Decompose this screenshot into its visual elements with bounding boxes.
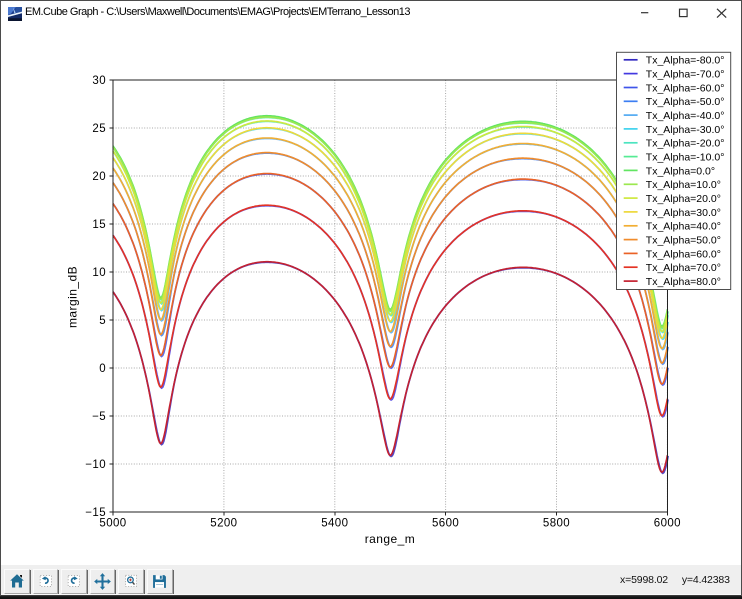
svg-text:−10: −10 [85, 459, 106, 471]
svg-text:Tx_Alpha=10.0°: Tx_Alpha=10.0° [646, 179, 721, 191]
svg-text:Tx_Alpha=60.0°: Tx_Alpha=60.0° [646, 248, 721, 260]
svg-text:Tx_Alpha=80.0°: Tx_Alpha=80.0° [646, 276, 721, 288]
svg-text:15: 15 [92, 219, 106, 231]
svg-text:5000: 5000 [99, 518, 126, 530]
svg-text:Tx_Alpha=-80.0°: Tx_Alpha=-80.0° [646, 55, 725, 67]
svg-text:Tx_Alpha=-60.0°: Tx_Alpha=-60.0° [646, 82, 725, 94]
svg-text:5: 5 [99, 315, 106, 327]
svg-text:Tx_Alpha=-40.0°: Tx_Alpha=-40.0° [646, 110, 725, 122]
svg-text:0: 0 [99, 363, 106, 375]
svg-text:−5: −5 [92, 411, 106, 423]
svg-text:Tx_Alpha=-20.0°: Tx_Alpha=-20.0° [646, 138, 725, 150]
svg-text:Tx_Alpha=70.0°: Tx_Alpha=70.0° [646, 262, 721, 274]
svg-text:25: 25 [92, 123, 106, 135]
svg-text:Tx_Alpha=-30.0°: Tx_Alpha=-30.0° [646, 124, 725, 136]
svg-text:Tx_Alpha=-70.0°: Tx_Alpha=-70.0° [646, 69, 725, 81]
svg-text:5800: 5800 [543, 518, 570, 530]
svg-text:10: 10 [92, 267, 106, 279]
svg-text:6000: 6000 [654, 518, 681, 530]
svg-text:Tx_Alpha=-50.0°: Tx_Alpha=-50.0° [646, 96, 725, 108]
svg-text:Tx_Alpha=50.0°: Tx_Alpha=50.0° [646, 235, 721, 247]
svg-text:Tx_Alpha=40.0°: Tx_Alpha=40.0° [646, 221, 721, 233]
svg-text:−15: −15 [85, 507, 106, 519]
svg-text:range_m: range_m [365, 532, 416, 546]
svg-text:30: 30 [92, 75, 106, 87]
svg-text:margin_dB: margin_dB [66, 266, 80, 328]
svg-text:Tx_Alpha=-10.0°: Tx_Alpha=-10.0° [646, 152, 725, 164]
svg-text:5600: 5600 [432, 518, 459, 530]
svg-text:Tx_Alpha=20.0°: Tx_Alpha=20.0° [646, 193, 721, 205]
svg-text:20: 20 [92, 171, 106, 183]
svg-text:5200: 5200 [210, 518, 237, 530]
svg-text:Tx_Alpha=0.0°: Tx_Alpha=0.0° [646, 165, 715, 177]
svg-text:5400: 5400 [321, 518, 348, 530]
svg-text:Tx_Alpha=30.0°: Tx_Alpha=30.0° [646, 207, 721, 219]
